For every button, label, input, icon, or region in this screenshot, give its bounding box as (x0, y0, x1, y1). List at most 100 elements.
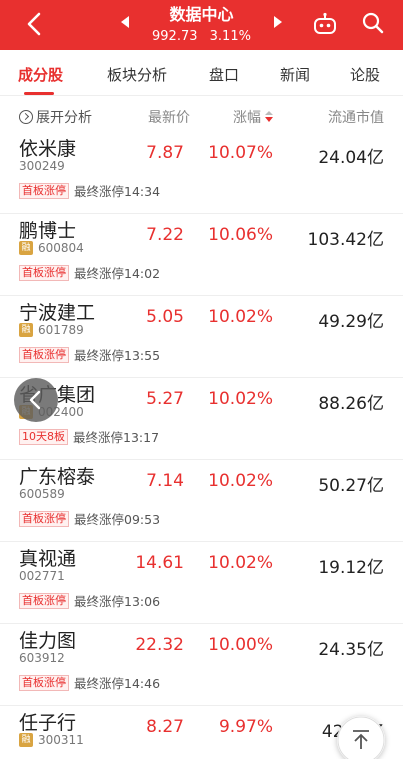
app-header: 数据中心 992.73 3.11% (0, 0, 403, 50)
tab-news[interactable]: 新闻 (280, 64, 310, 85)
stock-price: 22.32 (135, 635, 184, 655)
robot-icon[interactable] (312, 12, 338, 36)
limit-up-time: 最终涨停13:55 (74, 348, 161, 363)
stock-change: 9.97% (218, 717, 273, 737)
stock-price: 7.87 (146, 143, 184, 163)
stock-price: 8.27 (146, 717, 184, 737)
tab-sector-analysis[interactable]: 板块分析 (107, 64, 167, 85)
limit-up-info: 首板涨停 最终涨停14:34 (19, 181, 160, 200)
limit-up-tag: 首板涨停 (19, 182, 69, 199)
stock-market-cap: 88.26亿 (318, 394, 384, 414)
next-arrow-icon[interactable] (272, 14, 284, 30)
stock-code: 603912 (19, 651, 65, 665)
stock-code: 600804 (38, 241, 84, 255)
stock-code-line: 600589 (19, 487, 65, 501)
stock-change: 10.00% (208, 635, 273, 655)
stock-row[interactable]: 依米康 300249 首板涨停 最终涨停14:34 7.87 10.07% 24… (0, 132, 403, 214)
index-quote: 992.73 3.11% (0, 28, 403, 46)
stock-change: 10.02% (208, 553, 273, 573)
active-tab-indicator (24, 92, 54, 95)
stock-name: 任子行 (19, 712, 77, 734)
tab-discussion[interactable]: 论股 (350, 64, 380, 85)
stock-code: 002771 (19, 569, 65, 583)
expand-label: 展开分析 (36, 110, 92, 126)
limit-up-time: 最终涨停13:17 (73, 430, 160, 445)
stock-change: 10.07% (208, 143, 273, 163)
stock-market-cap: 103.42亿 (307, 230, 384, 250)
floating-back-icon[interactable] (14, 378, 58, 422)
stock-market-cap: 19.12亿 (318, 558, 384, 578)
stock-market-cap: 24.04亿 (318, 148, 384, 168)
stock-code: 300249 (19, 159, 65, 173)
limit-up-time: 最终涨停09:53 (74, 512, 161, 527)
limit-up-time: 最终涨停14:02 (74, 266, 161, 281)
limit-up-info: 首板涨停 最终涨停09:53 (19, 509, 160, 528)
stock-name: 鹏博士 (19, 220, 77, 242)
stock-change: 10.06% (208, 225, 273, 245)
limit-up-time: 最终涨停13:06 (74, 594, 161, 609)
stock-name: 真视通 (19, 548, 77, 570)
margin-trading-badge: 融 (19, 241, 33, 255)
limit-up-tag: 首板涨停 (19, 346, 69, 363)
stock-row[interactable]: 鹏博士 融 600804 首板涨停 最终涨停14:02 7.22 10.06% … (0, 214, 403, 296)
limit-up-info: 首板涨停 最终涨停14:46 (19, 673, 160, 692)
stock-list: 依米康 300249 首板涨停 最终涨停14:34 7.87 10.07% 24… (0, 132, 403, 759)
column-change-label: 涨幅 (233, 110, 261, 126)
stock-change: 10.02% (208, 471, 273, 491)
index-change: 3.11% (209, 29, 251, 44)
margin-trading-badge: 融 (19, 323, 33, 337)
stock-code-line: 300249 (19, 159, 65, 173)
stock-code-line: 002771 (19, 569, 65, 583)
stock-name: 广东榕泰 (19, 466, 96, 488)
index-value: 992.73 (152, 29, 198, 44)
stock-price: 7.14 (146, 471, 184, 491)
stock-price: 14.61 (135, 553, 184, 573)
limit-up-tag: 首板涨停 (19, 264, 69, 281)
stock-price: 5.27 (146, 389, 184, 409)
stock-change: 10.02% (208, 389, 273, 409)
page-title: 数据中心 (169, 5, 234, 24)
limit-up-info: 首板涨停 最终涨停14:02 (19, 263, 160, 282)
stock-code: 601789 (38, 323, 84, 337)
stock-code: 300311 (38, 733, 84, 747)
limit-up-tag: 首板涨停 (19, 510, 69, 527)
limit-up-info: 10天8板 最终涨停13:17 (19, 427, 159, 446)
stock-row[interactable]: 佳力图 603912 首板涨停 最终涨停14:46 22.32 10.00% 2… (0, 624, 403, 706)
margin-trading-badge: 融 (19, 733, 33, 747)
expand-analysis-button[interactable]: 展开分析 (19, 107, 92, 127)
stock-name: 佳力图 (19, 630, 77, 652)
stock-name: 依米康 (19, 138, 77, 160)
limit-up-time: 最终涨停14:46 (74, 676, 161, 691)
stock-row[interactable]: 广东榕泰 600589 首板涨停 最终涨停09:53 7.14 10.02% 5… (0, 460, 403, 542)
stock-row[interactable]: 真视通 002771 首板涨停 最终涨停13:06 14.61 10.02% 1… (0, 542, 403, 624)
tab-constituents[interactable]: 成分股 (18, 64, 63, 85)
stock-code-line: 融 300311 (19, 733, 84, 747)
stock-code-line: 融 600804 (19, 241, 84, 255)
sort-icon (265, 111, 273, 123)
stock-price: 5.05 (146, 307, 184, 327)
tab-order-book[interactable]: 盘口 (209, 64, 239, 85)
search-icon[interactable] (361, 11, 385, 35)
stock-market-cap: 24.35亿 (318, 640, 384, 660)
tab-bar: 成分股 板块分析 盘口 新闻 论股 (0, 50, 403, 96)
column-header: 展开分析 最新价 涨幅 流通市值 (0, 98, 403, 132)
scroll-to-top-icon[interactable] (337, 716, 385, 759)
stock-row[interactable]: 省广集团 融 002400 10天8板 最终涨停13:17 5.27 10.02… (0, 378, 403, 460)
stock-market-cap: 50.27亿 (318, 476, 384, 496)
column-change[interactable]: 涨幅 (233, 107, 273, 127)
column-market-cap[interactable]: 流通市值 (328, 107, 384, 127)
column-price[interactable]: 最新价 (148, 107, 190, 127)
stock-code-line: 融 601789 (19, 323, 84, 337)
stock-code: 600589 (19, 487, 65, 501)
stock-market-cap: 49.29亿 (318, 312, 384, 332)
stock-row[interactable]: 宁波建工 融 601789 首板涨停 最终涨停13:55 5.05 10.02%… (0, 296, 403, 378)
stock-code-line: 603912 (19, 651, 65, 665)
stock-name: 宁波建工 (19, 302, 96, 324)
limit-up-tag: 10天8板 (19, 428, 68, 445)
stock-price: 7.22 (146, 225, 184, 245)
limit-up-time: 最终涨停14:34 (74, 184, 161, 199)
limit-up-tag: 首板涨停 (19, 592, 69, 609)
limit-up-info: 首板涨停 最终涨停13:06 (19, 591, 160, 610)
limit-up-info: 首板涨停 最终涨停13:55 (19, 345, 160, 364)
title-block: 数据中心 992.73 3.11% (0, 4, 403, 46)
